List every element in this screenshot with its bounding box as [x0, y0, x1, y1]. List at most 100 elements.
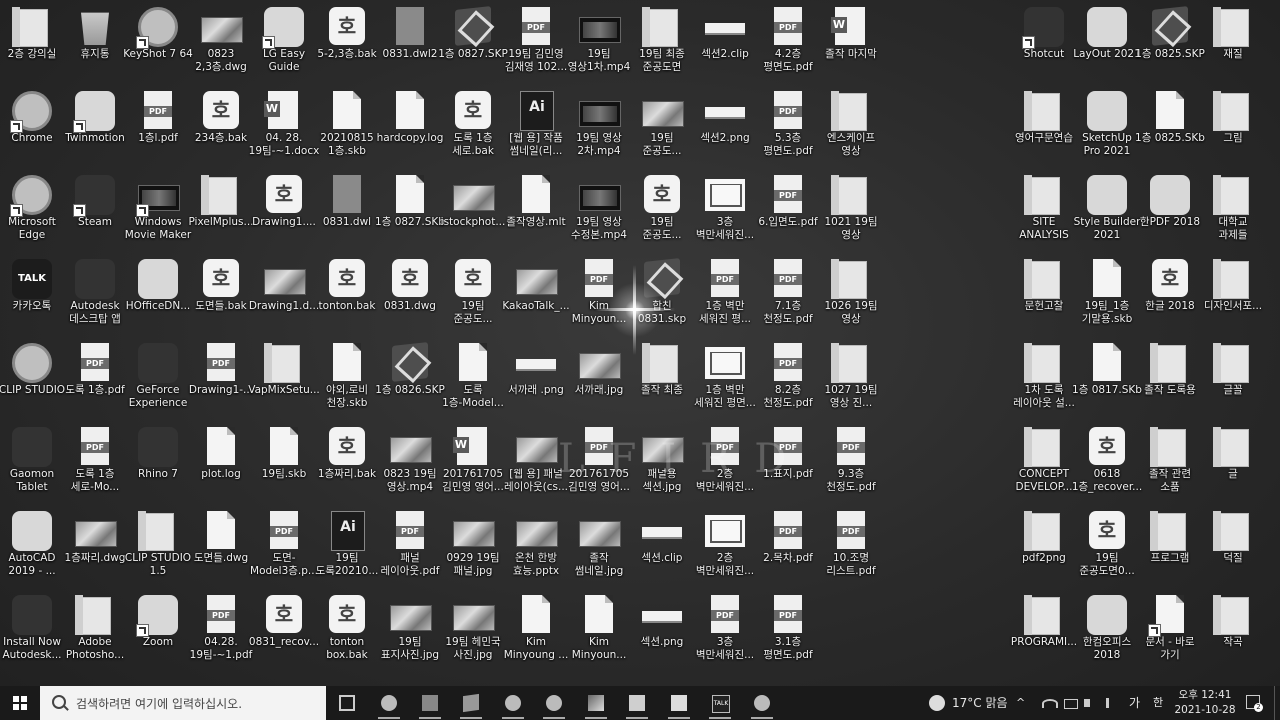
- desktop-icon-웹-용-작품-썸네일-리[interactable]: Ai [웹 용] 작품 썸네일(리...: [504, 87, 568, 171]
- desktop-icon-도면들-bak[interactable]: 호 도면들.bak: [189, 255, 253, 339]
- desktop-icon-20210815-1층-skb[interactable]: 20210815 1층.skb: [315, 87, 379, 171]
- desktop-icon-gaomon-tablet[interactable]: Gaomon Tablet: [0, 423, 64, 507]
- desktop-icon-19팀-준공도[interactable]: 호 19팀 준공도...: [630, 171, 694, 255]
- desktop-icon-windows-movie-maker[interactable]: Windows Movie Maker: [125, 171, 191, 255]
- desktop-icon-steam[interactable]: Steam: [63, 171, 127, 255]
- edge-taskbar-button[interactable]: [743, 686, 781, 720]
- desktop-icon-hofficedn[interactable]: HOfficeDN...: [126, 255, 190, 339]
- desktop-icon-19팀-준공도면0[interactable]: 호 19팀 준공도면0...: [1075, 507, 1139, 591]
- desktop-icon-keyshot-7-64[interactable]: KeyShot 7 64: [123, 3, 193, 87]
- desktop-icon-8-2층-천정도-pdf[interactable]: PDF 8.2층 천정도.pdf: [756, 339, 820, 423]
- photos-taskbar-button[interactable]: [577, 686, 615, 720]
- desktop-icon-3층-벽만세워진[interactable]: PDF 3층 벽만세워진...: [693, 591, 757, 675]
- desktop-icon-합친-0831-skp[interactable]: 합친 0831.skp: [630, 255, 694, 339]
- desktop-icon-19팀-헤민국-사진-jpg[interactable]: 19팀 헤민국 사진.jpg: [441, 591, 505, 675]
- desktop-icon-도면-model3층-p[interactable]: PDF 도면- Model3층.p...: [250, 507, 318, 591]
- battery-icon[interactable]: [1064, 699, 1078, 709]
- desktop-icon-1층-0827-skp[interactable]: 1층 0827.SKP: [438, 3, 508, 87]
- desktop-icon-도면들-dwg[interactable]: 도면들.dwg: [189, 507, 253, 591]
- desktop-icon-pixelmplus[interactable]: PixelMplus...: [188, 171, 254, 255]
- desktop-icon-19팀-영상-2차-mp4[interactable]: 19팀 영상 2차.mp4: [567, 87, 631, 171]
- desktop-icon-1026-19팀-영상[interactable]: 1026 19팀 영상: [819, 255, 883, 339]
- desktop-icon-19팀-준공도[interactable]: 19팀 준공도...: [630, 87, 694, 171]
- taskbar-search-box[interactable]: [40, 686, 326, 720]
- network-wifi-icon[interactable]: [1042, 699, 1058, 708]
- desktop-icon-9-3층-천정도-pdf[interactable]: PDF 9.3층 천정도.pdf: [819, 423, 883, 507]
- desktop-icon-lg-easy-guide[interactable]: LG Easy Guide: [252, 3, 316, 87]
- clock[interactable]: 오후 12:41 2021-10-28: [1168, 688, 1242, 718]
- desktop-icon-서까래-png[interactable]: 서까래 .png: [504, 339, 568, 423]
- desktop-icon-234층-bak[interactable]: 호 234층.bak: [189, 87, 253, 171]
- desktop-icon-도록-1층-세로-mo[interactable]: PDF 도록 1층 세로-Mo...: [63, 423, 127, 507]
- desktop-icon-1차-도록-레이아웃-설[interactable]: 1차 도록 레이아웃 설...: [1012, 339, 1076, 423]
- desktop-icon-19팀-1층-기말용-skb[interactable]: 19팀_1층 기말용.skb: [1075, 255, 1139, 339]
- desktop-icon-패널-레이아웃-pdf[interactable]: PDF 패널 레이아웃.pdf: [378, 507, 442, 591]
- desktop-icon-19팀-영상-수정본-mp4[interactable]: 19팀 영상 수정본.mp4: [567, 171, 631, 255]
- desktop-icon-19팀-김민영-김재영-102[interactable]: PDF 19팀 김민영 김재영 102...: [504, 3, 568, 87]
- desktop-icon-야외-로비-천장-skb[interactable]: 야외,로비 천장.skb: [315, 339, 379, 423]
- desktop-icon-201761705-김민영-영어[interactable]: W 201761705 김민영 영어...: [441, 423, 505, 507]
- desktop-icon-영어구문연습[interactable]: 영어구문연습: [1012, 87, 1076, 171]
- sticky-notes-taskbar-button[interactable]: [660, 686, 698, 720]
- desktop-icon-휴지통[interactable]: 휴지통: [63, 3, 127, 87]
- desktop-icon-섹션2-clip[interactable]: 섹션2.clip: [693, 3, 757, 87]
- desktop-icon-엔스케이프-영상[interactable]: 엔스케이프 영상: [819, 87, 883, 171]
- desktop-icon-덕질[interactable]: 덕질: [1201, 507, 1265, 591]
- desktop-icon-19팀-준공도[interactable]: 호 19팀 준공도...: [441, 255, 505, 339]
- desktop-icon-6-입면도-pdf[interactable]: PDF 6.입면도.pdf: [756, 171, 820, 255]
- desktop-icon-chrome[interactable]: Chrome: [0, 87, 64, 171]
- desktop-icon-1027-19팀-영상-진[interactable]: 1027 19팀 영상 진...: [819, 339, 883, 423]
- desktop-icon-0831-dwg[interactable]: 호 0831.dwg: [378, 255, 442, 339]
- desktop-icon-1층l-pdf[interactable]: PDF 1층l.pdf: [126, 87, 190, 171]
- desktop-icon-autocad-2019[interactable]: AutoCAD 2019 - ...: [0, 507, 64, 591]
- desktop-icon-rhino-7[interactable]: Rhino 7: [126, 423, 190, 507]
- desktop-icon-clip-studio-1-5[interactable]: CLIP STUDIO 1.5: [125, 507, 191, 591]
- desktop-icon-졸작-썸네일-jpg[interactable]: 졸작 썸네일.jpg: [567, 507, 631, 591]
- desktop-icon-재질[interactable]: 재질: [1201, 3, 1265, 87]
- desktop-icon-geforce-experience[interactable]: GeForce Experience: [126, 339, 190, 423]
- desktop-icon-layout-2021[interactable]: LayOut 2021: [1073, 3, 1141, 87]
- desktop-icon-문서-바로-가기[interactable]: 문서 - 바로 가기: [1138, 591, 1202, 675]
- sketchup-taskbar-button[interactable]: [452, 686, 490, 720]
- desktop-icon-도록-1층-model[interactable]: 도록 1층-Model...: [441, 339, 505, 423]
- desktop-icon-19팀-표지사진-jpg[interactable]: 19팀 표지사진.jpg: [378, 591, 442, 675]
- desktop-icon-0831-dwl2[interactable]: 0831.dwl2: [378, 3, 442, 87]
- desktop-icon-plot-log[interactable]: plot.log: [189, 423, 253, 507]
- desktop-icon-sketchup-pro-2021[interactable]: SketchUp Pro 2021: [1075, 87, 1139, 171]
- desktop-icon-0831-recov[interactable]: 호 0831_recov...: [249, 591, 319, 675]
- desktop-icon-1층-0827-skb[interactable]: 1층 0827.SKb: [375, 171, 445, 255]
- desktop-icon-kim-minyoun[interactable]: PDF Kim Minyoun...: [567, 255, 631, 339]
- desktop-icon-zoom[interactable]: Zoom: [126, 591, 190, 675]
- desktop-icon-1층-0817-skb[interactable]: 1층 0817.SKb: [1072, 339, 1142, 423]
- desktop-icon-istockphot[interactable]: istockphot...: [441, 171, 505, 255]
- desktop-icon-4-2층-평면도-pdf[interactable]: PDF 4.2층 평면도.pdf: [756, 3, 820, 87]
- desktop-icon-programi[interactable]: PROGRAMI...: [1011, 591, 1077, 675]
- desktop-icon-프로그램[interactable]: 프로그램: [1138, 507, 1202, 591]
- speaker-icon[interactable]: [1084, 699, 1090, 707]
- desktop-icon-19팀-도록20210[interactable]: Ai 19팀 도록20210...: [315, 507, 379, 591]
- desktop-icon-섹션2-png[interactable]: 섹션2.png: [693, 87, 757, 171]
- desktop-icon-2층-강의실[interactable]: 2층 강의실: [0, 3, 64, 87]
- desktop-icon-install-now-autodesk[interactable]: Install Now Autodesk...: [0, 591, 64, 675]
- hidden-icons-chevron-icon[interactable]: ^: [1016, 686, 1025, 720]
- desktop-icon-drawing1-d[interactable]: Drawing1.d...: [249, 255, 319, 339]
- desktop-icon-kakaotalk[interactable]: KakaoTalk_...: [502, 255, 570, 339]
- desktop-icon-2-목차-pdf[interactable]: PDF 2.목차.pdf: [756, 507, 820, 591]
- desktop-icon-19팀-최종-준공도면[interactable]: 19팀 최종 준공도면: [630, 3, 694, 87]
- desktop-icon-졸작-관련-소품[interactable]: 졸작 관련 소품: [1138, 423, 1202, 507]
- weather-sun-icon[interactable]: [929, 695, 945, 711]
- kakaotalk-taskbar-button[interactable]: TALK: [701, 686, 739, 720]
- desktop-icon-0929-19팀-패널-jpg[interactable]: 0929 19팀 패널.jpg: [441, 507, 505, 591]
- desktop-icon-vapmixsetu[interactable]: VapMixSetu...: [248, 339, 320, 423]
- desktop-icon-0618-1층-recover[interactable]: 호 0618 1층_recover...: [1072, 423, 1142, 507]
- desktop-icon-문헌고찰[interactable]: 문헌고찰: [1012, 255, 1076, 339]
- desktop-icon-twinmotion[interactable]: Twinmotion: [63, 87, 127, 171]
- desktop-icon-1층-벽만-세워진-평[interactable]: PDF 1층 벽만 세워진 평...: [693, 255, 757, 339]
- desktop-icon-섹션-clip[interactable]: 섹션.clip: [630, 507, 694, 591]
- show-desktop-button[interactable]: [1274, 686, 1280, 720]
- desktop-icon-adobe-photosho[interactable]: Adobe Photosho...: [63, 591, 127, 675]
- desktop-icon-섹션-png[interactable]: 섹션.png: [630, 591, 694, 675]
- chrome-taskbar-button[interactable]: [370, 686, 408, 720]
- desktop-icon-0831-dwl[interactable]: 0831.dwl: [315, 171, 379, 255]
- desktop-icon-concept-develop[interactable]: CONCEPT DEVELOP...: [1012, 423, 1076, 507]
